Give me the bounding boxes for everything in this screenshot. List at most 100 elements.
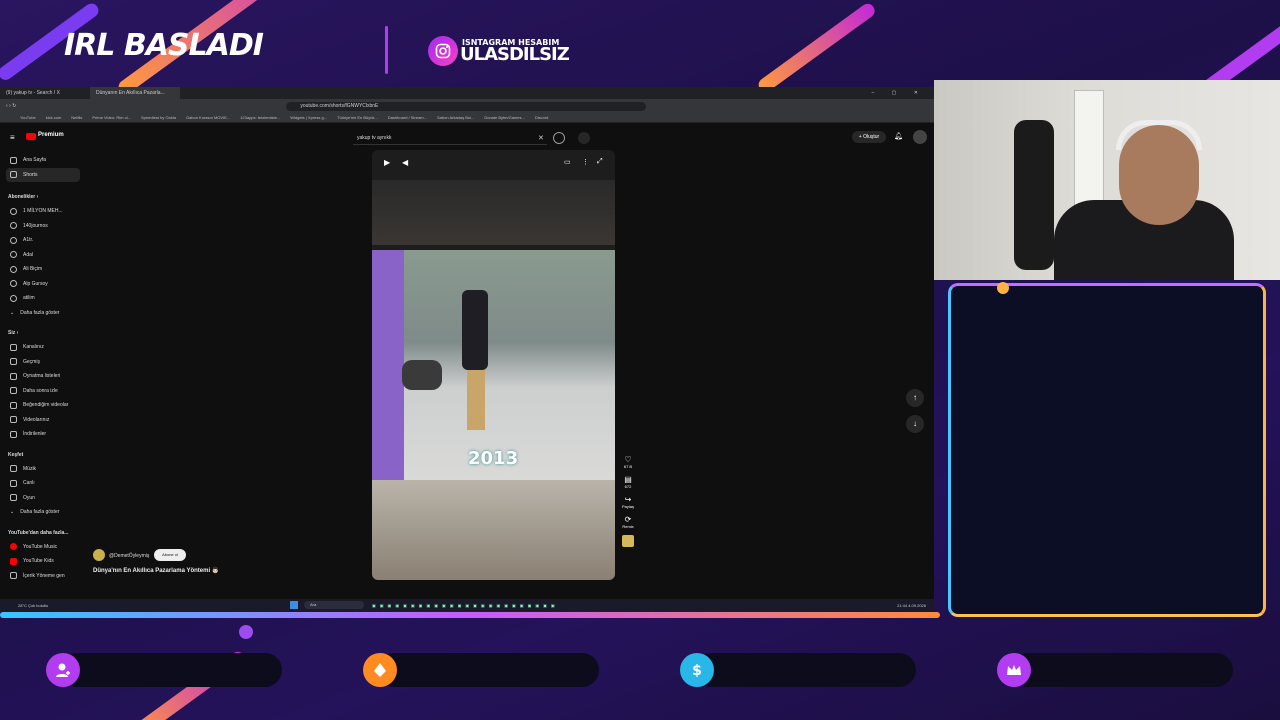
chevron-down-icon: ⌄ — [10, 309, 15, 316]
goal-slot-subs — [694, 653, 916, 687]
sidebar-item-you[interactable]: Kanalınız — [0, 340, 86, 355]
youtube-logo-icon[interactable] — [26, 133, 36, 140]
sidebar-item-you[interactable]: Oynatma listeleri — [0, 369, 86, 384]
bookmark-item[interactable]: Sabon Arkadaş Bul... — [437, 115, 474, 120]
sidebar-item-sub[interactable]: Adal — [0, 248, 86, 263]
sidebar-item-label: Ana Sayfa — [23, 157, 47, 164]
sidebar-item-sub[interactable]: Ali Biçim — [0, 262, 86, 277]
sidebar-item-explore[interactable]: Oyun — [0, 491, 86, 506]
bookmark-item[interactable]: Gabon Kurasın MOVIE... — [186, 115, 230, 120]
bookmark-item[interactable]: Discord — [535, 115, 549, 120]
sidebar-item-label: Ali Biçim — [23, 266, 43, 273]
fullscreen-icon[interactable]: ⤢ — [597, 158, 603, 166]
goal-slot-donation — [377, 653, 599, 687]
sidebar-item-more[interactable]: YouTube Kids — [0, 554, 86, 569]
sidebar-item-you[interactable]: Geçmiş — [0, 355, 86, 370]
sound-thumbnail[interactable] — [622, 535, 634, 547]
stripe-decoration — [755, 1, 878, 95]
search-icon[interactable] — [553, 132, 565, 144]
show-more-button[interactable]: ⌄ Daha fazla göster — [0, 306, 86, 321]
browser-tab[interactable]: (9) yakup tv - Search / X — [0, 87, 90, 99]
youtube-kids-icon — [10, 557, 17, 565]
menu-icon[interactable]: ≡ — [10, 133, 15, 142]
instagram-handle: ULASDILSIZ — [460, 44, 570, 65]
weather-widget[interactable]: 28°C Çok bulutlu — [0, 603, 90, 608]
bookmark-item[interactable]: kick.com — [46, 115, 62, 120]
shorts-player[interactable]: ▶ ◀︎ ▭ ⋮ ⤢ 2013 — [372, 150, 615, 580]
window-controls[interactable]: – ▢ ✕ — [872, 90, 934, 96]
sidebar-item-sub[interactable]: atilim — [0, 291, 86, 306]
sidebar-item-label: A1tr. — [23, 237, 34, 244]
channel-avatar-icon — [10, 294, 17, 302]
sidebar-item-you[interactable]: İndirilenler — [0, 427, 86, 442]
sidebar-item-sub[interactable]: Alp Gursoy — [0, 277, 86, 292]
bookmark-item[interactable]: 123apps: tetzlemiste... — [240, 115, 280, 120]
share-icon[interactable]: ↪ — [620, 495, 636, 504]
volume-icon[interactable]: ◀︎ — [402, 158, 408, 167]
sidebar-item-label: 1 MİLYON MEH... — [23, 208, 63, 215]
bookmark-item[interactable]: Donate Byfm/Games... — [484, 115, 524, 120]
show-more-button[interactable]: ⌄ Daha fazla göster — [0, 505, 86, 520]
more-options-icon[interactable]: ⋮ — [582, 158, 589, 166]
bookmark-item[interactable]: Widgets | Xpress g... — [290, 115, 327, 120]
captions-icon[interactable]: ▭ — [564, 158, 571, 166]
sidebar-item-more[interactable]: İçerik Yöneme gen — [0, 569, 86, 584]
sidebar-item-more[interactable]: YouTube Music — [0, 540, 86, 555]
play-icon[interactable]: ▶ — [384, 158, 390, 167]
sidebar-item-home[interactable]: Ana Sayfa — [0, 153, 86, 168]
channel-avatar[interactable] — [93, 549, 105, 561]
bar-dot — [239, 625, 253, 639]
sidebar-item-shorts[interactable]: Shorts — [6, 167, 80, 182]
previous-short-button[interactable]: ↑ — [906, 389, 924, 407]
next-short-button[interactable]: ↓ — [906, 415, 924, 433]
bookmark-item[interactable]: Dashboard / Stream... — [388, 115, 427, 120]
stream-overlay: IRL BASLADI ISNTAGRAM HESABIM ULASDILSIZ… — [0, 0, 1280, 720]
sidebar-item-sub[interactable]: 1 MİLYON MEH... — [0, 204, 86, 219]
subscriptions-heading[interactable]: Abonelikler › — [0, 190, 86, 204]
channel-name[interactable]: @DemetÖyleymiş — [109, 553, 149, 559]
subscribe-button[interactable]: Abone ol — [154, 549, 186, 561]
home-icon — [10, 156, 17, 164]
taskbar-search[interactable]: Ara — [304, 601, 364, 609]
like-icon[interactable]: ♡ — [620, 455, 636, 464]
clock-time: 21:44 — [897, 602, 908, 608]
frame-dot — [997, 282, 1009, 294]
sidebar-item-label: Daha fazla göster — [20, 509, 60, 516]
bookmark-item[interactable]: Türkiye'nin En Büyük... — [337, 115, 378, 120]
taskbar-clock[interactable]: 21:44 4.09.2026 — [897, 603, 934, 608]
sidebar-item-explore[interactable]: Müzik — [0, 462, 86, 477]
clock-date: 4.09.2026 — [908, 602, 926, 608]
comment-icon[interactable]: ▤ — [620, 475, 636, 484]
bookmark-item[interactable]: Netflix — [71, 115, 82, 120]
url-field[interactable]: youtube.com/shorts/fGNWYClxbnE — [286, 101, 647, 111]
windows-start-icon[interactable] — [290, 601, 298, 609]
walking-man-legs — [467, 370, 485, 430]
sidebar-item-explore[interactable]: Canlı — [0, 476, 86, 491]
sidebar-item-sub[interactable]: 140journos — [0, 219, 86, 234]
bookmark-item[interactable]: Prime Video: Rim ol... — [92, 115, 131, 120]
clear-search-icon[interactable]: ✕ — [538, 134, 544, 142]
shorts-actions: ♡ 67 B ▤ 672 ↪ Paylaş ⟳ Remix — [620, 455, 636, 547]
sidebar-item-sub[interactable]: A1tr. — [0, 233, 86, 248]
browser-tab-active[interactable]: Dünyanın En Akıllıca Pazarla... — [90, 87, 180, 99]
you-heading[interactable]: Siz › — [0, 326, 86, 340]
sidebar-item-you[interactable]: Videolarınız — [0, 413, 86, 428]
short-title[interactable]: Dünya'nın En Akıllıca Pazarlama Yöntemi … — [93, 567, 219, 574]
blurred-video-bottom — [372, 480, 615, 580]
avatar[interactable] — [913, 130, 927, 144]
sidebar-item-label: Alp Gursoy — [23, 280, 48, 287]
microphone-icon[interactable] — [578, 132, 590, 144]
search-input[interactable]: yakup tv aynıkk — [353, 131, 547, 145]
create-button[interactable]: + Oluştur — [852, 131, 886, 143]
bookmark-item[interactable]: Speedtest by Ookla — [141, 115, 176, 120]
youtube-page: ≡ Premium Ana Sayfa Shorts Abonelikler ›… — [0, 123, 934, 611]
taskbar-apps-icon[interactable]: ▣▣▣▣▣▣▣▣▣▣▣▣▣▣▣▣▣▣▣▣▣▣▣▣ — [372, 603, 559, 608]
tab-bar: (9) yakup tv - Search / X Dünyanın En Ak… — [0, 87, 934, 99]
notifications-icon[interactable]: 🔔︎ — [894, 132, 903, 140]
remix-icon[interactable]: ⟳ — [620, 515, 636, 524]
sidebar-item-you[interactable]: Daha sonra izle — [0, 384, 86, 399]
bookmark-item[interactable]: YouTube — [20, 115, 36, 120]
nav-arrows-icon[interactable]: ‹ › ↻ — [0, 103, 16, 109]
sidebar-item-label: Müzik — [23, 465, 37, 472]
sidebar-item-you[interactable]: Beğendiğim videolar — [0, 398, 86, 413]
